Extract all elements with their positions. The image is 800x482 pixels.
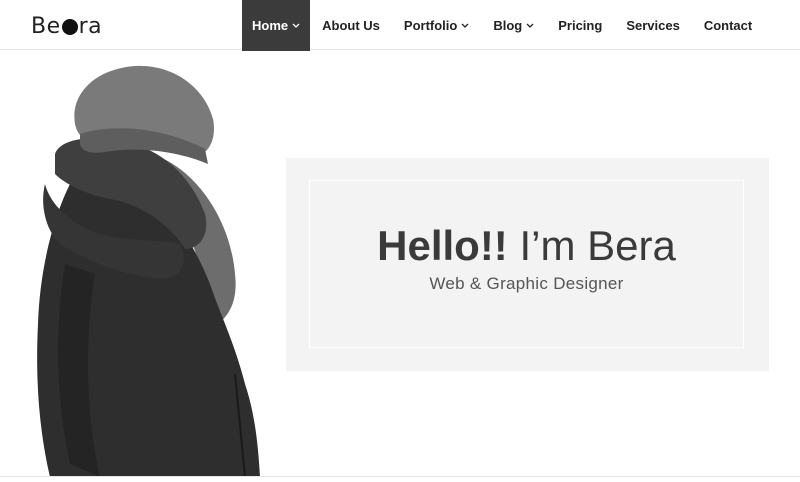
- nav-item-blog[interactable]: Blog: [481, 0, 546, 51]
- nav-item-portfolio[interactable]: Portfolio: [392, 0, 481, 51]
- hero-person-image: [30, 64, 270, 478]
- hero-subtitle: Web & Graphic Designer: [429, 274, 624, 293]
- nav-item-pricing[interactable]: Pricing: [546, 0, 614, 51]
- nav-label: About Us: [322, 18, 380, 33]
- nav-label: Portfolio: [403, 18, 458, 33]
- hero-greeting-bold: Hello!!: [377, 222, 508, 269]
- nav-item-home[interactable]: Home: [242, 0, 311, 51]
- hero-intro-card: Hello!! I’m Bera Web & Graphic Designer: [286, 158, 769, 371]
- main-nav: Home About Us Portfolio Blog Pricing Ser…: [242, 0, 764, 51]
- nav-label: Home: [252, 18, 289, 33]
- nav-label: Contact: [703, 18, 753, 33]
- hero-greeting-rest: I’m Bera: [507, 222, 676, 269]
- nav-item-services[interactable]: Services: [614, 0, 692, 51]
- nav-label: Services: [626, 18, 680, 33]
- logo-text-left: Be: [31, 13, 61, 39]
- nav-item-about-us[interactable]: About Us: [310, 0, 392, 51]
- brand-logo[interactable]: Be ra: [31, 13, 102, 39]
- logo-text-right: ra: [78, 13, 103, 39]
- site-header: Be ra Home About Us Portfolio Blog Pricin…: [0, 0, 800, 51]
- nav-label: Blog: [493, 18, 523, 33]
- nav-label: Pricing: [558, 18, 603, 33]
- chevron-down-icon: [461, 23, 469, 29]
- chevron-down-icon: [526, 23, 534, 29]
- hero-headline: Hello!! I’m Bera: [310, 222, 743, 270]
- nav-item-contact[interactable]: Contact: [692, 0, 764, 51]
- chevron-down-icon: [292, 23, 300, 29]
- logo-dot-icon: [61, 19, 78, 35]
- hero-intro-inner-frame: Hello!! I’m Bera Web & Graphic Designer: [309, 180, 744, 348]
